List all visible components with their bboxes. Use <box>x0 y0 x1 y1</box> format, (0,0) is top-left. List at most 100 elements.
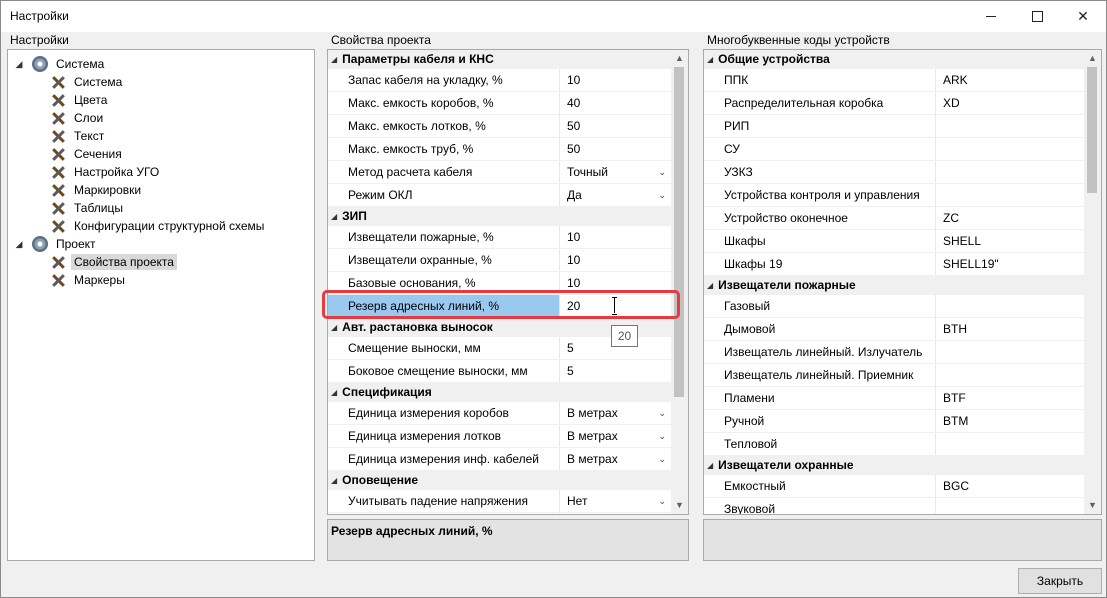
tree-item[interactable]: Настройка УГО <box>50 163 162 181</box>
property-value[interactable] <box>936 138 1086 160</box>
property-value[interactable]: SHELL <box>936 230 1086 252</box>
tree-item[interactable]: Слои <box>50 109 106 127</box>
property-category[interactable]: ◢ Извещатели пожарные <box>704 276 1086 295</box>
minimize-icon[interactable] <box>968 1 1014 32</box>
tree-item[interactable]: Маркеры <box>50 271 128 289</box>
property-row[interactable]: РИП <box>704 115 1086 138</box>
property-value[interactable]: SHELL19" <box>936 253 1086 275</box>
property-row[interactable]: Распределительная коробка XD <box>704 92 1086 115</box>
tree-item[interactable]: Цвета <box>50 91 110 109</box>
property-row[interactable]: СУ <box>704 138 1086 161</box>
property-dropdown[interactable]: В метрах ⌄ <box>560 425 673 447</box>
project-properties-grid[interactable]: П15 Учитывать падение напряжения Нет ⌄ ◢ Опов… <box>327 49 689 515</box>
property-row[interactable]: Единица измерения коробов В метрах ⌄ <box>328 402 673 425</box>
tree-item[interactable]: Маркировки <box>50 181 144 199</box>
property-value[interactable]: BTH <box>936 318 1086 340</box>
scroll-down-icon[interactable]: ▼ <box>1084 497 1101 514</box>
tree-item[interactable]: Свойства проекта <box>50 253 177 271</box>
property-row[interactable]: Извещатели пожарные, % 10 <box>328 226 673 249</box>
property-row[interactable]: Извещатель линейный. Излучатель <box>704 341 1086 364</box>
property-value[interactable]: XD <box>936 92 1086 114</box>
device-codes-grid[interactable]: Звуковой Емкостный BGC ◢ Извещатели охранные… <box>703 49 1102 515</box>
property-value[interactable]: 5 <box>560 360 673 382</box>
property-row[interactable]: Газовый <box>704 295 1086 318</box>
property-value[interactable] <box>936 341 1086 363</box>
property-row[interactable]: Пламени BTF <box>704 387 1086 410</box>
property-value[interactable]: 15 <box>560 513 673 514</box>
property-value[interactable]: 50 <box>560 115 673 137</box>
property-row[interactable]: Боковое смещение выноски, мм 5 <box>328 360 673 383</box>
scroll-up-icon[interactable]: ▲ <box>1084 50 1101 67</box>
property-row[interactable]: Режим ОКЛ Да ⌄ <box>328 184 673 207</box>
collapse-caret-icon[interactable]: ◢ <box>331 323 337 332</box>
property-row[interactable]: Дымовой BTH <box>704 318 1086 341</box>
property-value[interactable] <box>936 498 1086 514</box>
right-scrollbar[interactable]: ▲ ▼ <box>1084 50 1101 514</box>
property-row[interactable]: Шкафы 19 SHELL19" <box>704 253 1086 276</box>
property-value[interactable] <box>936 364 1086 386</box>
chevron-down-icon[interactable]: ⌄ <box>658 431 666 442</box>
chevron-down-icon[interactable]: ⌄ <box>658 496 666 507</box>
property-row[interactable]: Извещатели охранные, % 10 <box>328 249 673 272</box>
chevron-down-icon[interactable]: ⌄ <box>658 167 666 178</box>
chevron-down-icon[interactable]: ⌄ <box>658 408 666 419</box>
property-value[interactable]: 10 <box>560 249 673 271</box>
tree-item[interactable]: Система <box>50 73 125 91</box>
tree-item[interactable]: Проект <box>32 235 99 253</box>
property-value[interactable]: BGC <box>936 475 1086 497</box>
property-row[interactable]: УЗКЗ <box>704 161 1086 184</box>
property-value[interactable]: ZC <box>936 207 1086 229</box>
property-dropdown[interactable]: В метрах ⌄ <box>560 448 673 470</box>
property-value[interactable]: 10 <box>560 226 673 248</box>
tree-item[interactable]: Текст <box>50 127 107 145</box>
maximize-icon[interactable] <box>1014 1 1060 32</box>
property-dropdown[interactable]: В метрах ⌄ <box>560 402 673 424</box>
property-category[interactable]: ◢ ЗИП <box>328 207 673 226</box>
property-dropdown[interactable]: Точный ⌄ <box>560 161 673 183</box>
expand-toggle-icon[interactable]: ◢ <box>14 59 24 69</box>
collapse-caret-icon[interactable]: ◢ <box>331 476 337 485</box>
tree-item[interactable]: Таблицы <box>50 199 126 217</box>
property-row[interactable]: Запас кабеля на укладку, % 10 <box>328 69 673 92</box>
property-row[interactable]: Макс. емкость лотков, % 50 <box>328 115 673 138</box>
settings-tree[interactable]: ◢ Система Система Цвета Слои Текст Сечения Наст… <box>7 49 315 561</box>
property-value[interactable]: ARK <box>936 69 1086 91</box>
collapse-caret-icon[interactable]: ◢ <box>707 55 713 64</box>
collapse-caret-icon[interactable]: ◢ <box>331 388 337 397</box>
property-value[interactable] <box>936 295 1086 317</box>
property-row[interactable]: Метод расчета кабеля Точный ⌄ <box>328 161 673 184</box>
property-row[interactable]: Макс. емкость коробов, % 40 <box>328 92 673 115</box>
close-icon[interactable]: ✕ <box>1060 1 1106 32</box>
property-row[interactable]: Единица измерения инф. кабелей В метрах ⌄ <box>328 448 673 471</box>
property-row[interactable]: П15 <box>328 513 673 514</box>
scroll-thumb[interactable] <box>1087 67 1097 193</box>
collapse-caret-icon[interactable]: ◢ <box>331 55 337 64</box>
property-row[interactable]: Звуковой <box>704 498 1086 514</box>
chevron-down-icon[interactable]: ⌄ <box>658 190 666 201</box>
property-value[interactable] <box>936 115 1086 137</box>
property-value[interactable] <box>936 161 1086 183</box>
tree-item[interactable]: Сечения <box>50 145 125 163</box>
property-row[interactable]: ППК ARK <box>704 69 1086 92</box>
property-row[interactable]: Тепловой <box>704 433 1086 456</box>
expand-toggle-icon[interactable]: ◢ <box>14 239 24 249</box>
property-row[interactable]: Учитывать падение напряжения Нет ⌄ <box>328 490 673 513</box>
property-category[interactable]: ◢ Общие устройства <box>704 50 1086 69</box>
property-category[interactable]: ◢ Спецификация <box>328 383 673 402</box>
property-row[interactable]: Ручной BTM <box>704 410 1086 433</box>
property-row[interactable]: Устройство оконечное ZC <box>704 207 1086 230</box>
property-row[interactable]: Шкафы SHELL <box>704 230 1086 253</box>
property-value[interactable] <box>936 433 1086 455</box>
close-button[interactable]: Закрыть <box>1018 568 1102 594</box>
tree-item[interactable]: Конфигурации структурной схемы <box>50 217 267 235</box>
property-category[interactable]: ◢ Извещатели охранные <box>704 456 1086 475</box>
scroll-thumb[interactable] <box>674 67 684 397</box>
property-row[interactable]: Устройства контроля и управления <box>704 184 1086 207</box>
tree-item[interactable]: Система <box>32 55 107 73</box>
property-value[interactable]: 50 <box>560 138 673 160</box>
property-value[interactable]: 40 <box>560 92 673 114</box>
chevron-down-icon[interactable]: ⌄ <box>658 454 666 465</box>
middle-scrollbar[interactable]: ▲ ▼ <box>671 50 688 514</box>
property-row[interactable]: Единица измерения лотков В метрах ⌄ <box>328 425 673 448</box>
property-row[interactable]: Емкостный BGC <box>704 475 1086 498</box>
